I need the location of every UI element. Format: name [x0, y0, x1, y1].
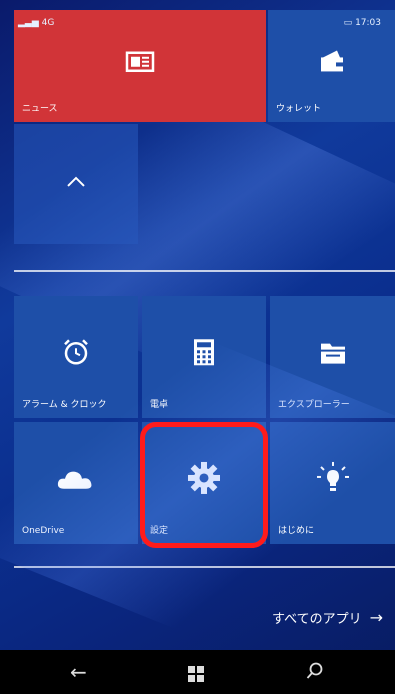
search-button[interactable] [306, 661, 324, 685]
file-explorer-tile[interactable]: エクスプローラー [270, 296, 395, 418]
battery-time-status: ▭ 17:03 [343, 18, 381, 28]
group-divider [14, 270, 395, 272]
navigation-bar: ← [0, 650, 395, 694]
arrow-right-icon: → [369, 608, 383, 627]
file-explorer-label: エクスプローラー [278, 400, 350, 410]
news-label: ニュース [22, 104, 58, 114]
all-apps-label: すべてのアプリ [272, 612, 362, 627]
chevron-up-icon [66, 173, 86, 192]
settings-highlight-box [140, 422, 268, 548]
back-button[interactable]: ← [70, 660, 87, 684]
alarm-clock-icon [61, 337, 91, 371]
calculator-icon [192, 337, 216, 371]
search-icon [306, 662, 323, 679]
all-apps-link[interactable]: すべてのアプリ → [272, 608, 383, 627]
onedrive-tile[interactable]: OneDrive [14, 422, 138, 544]
collapse-tile[interactable] [14, 124, 138, 244]
signal-status: ▂▃▅ 4G [18, 18, 55, 28]
lightbulb-icon [316, 461, 350, 499]
bottom-divider [14, 566, 395, 568]
back-arrow-icon: ← [70, 660, 87, 684]
get-started-label: はじめに [278, 526, 315, 536]
get-started-tile[interactable]: はじめに [270, 422, 395, 544]
wallet-icon [317, 47, 347, 79]
start-screen: ▂▃▅ 4G ▭ 17:03 ニュース ウォレット アラーム & クロック 電卓… [0, 0, 395, 694]
cloud-icon [56, 467, 96, 495]
onedrive-label: OneDrive [22, 526, 65, 536]
news-icon [125, 50, 155, 78]
windows-logo-icon [188, 666, 204, 682]
folder-icon [318, 340, 348, 370]
calculator-label: 電卓 [150, 400, 169, 410]
alarm-clock-label: アラーム & クロック [22, 400, 107, 410]
alarm-clock-tile[interactable]: アラーム & クロック [14, 296, 138, 418]
wallet-label: ウォレット [276, 104, 322, 114]
calculator-tile[interactable]: 電卓 [142, 296, 266, 418]
signal-bars-icon: ▂▃▅ [18, 18, 39, 28]
battery-icon: ▭ [343, 18, 353, 28]
start-button[interactable] [188, 663, 204, 687]
